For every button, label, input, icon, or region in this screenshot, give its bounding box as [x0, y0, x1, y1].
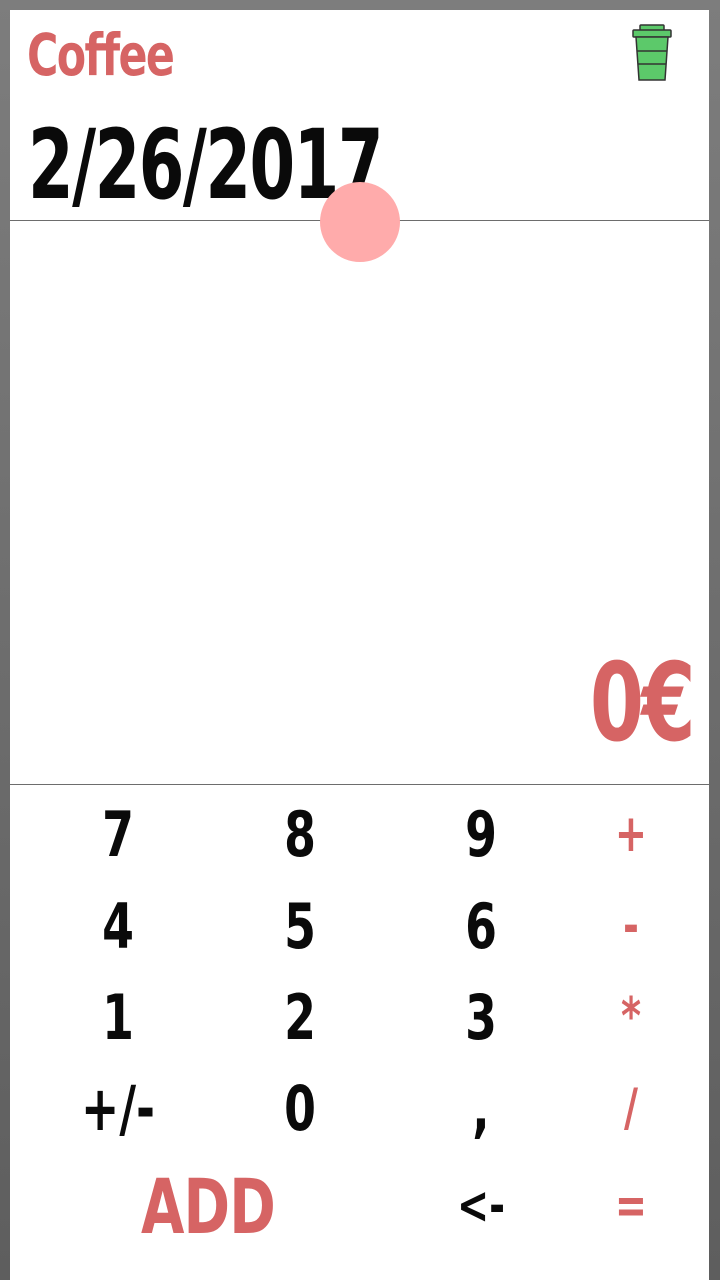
- key-minus[interactable]: -: [582, 886, 680, 966]
- key-8[interactable]: 8: [251, 794, 349, 874]
- key-1[interactable]: 1: [69, 977, 167, 1057]
- expense-screen: Coffee 2/26/2017 0€ 7 8 9 + 4 5 6 - 1 2 …: [10, 10, 709, 1280]
- key-decimal-comma[interactable]: ,: [432, 1068, 530, 1148]
- key-9[interactable]: 9: [432, 794, 530, 874]
- key-5[interactable]: 5: [251, 886, 349, 966]
- key-6[interactable]: 6: [432, 886, 530, 966]
- key-2[interactable]: 2: [251, 977, 349, 1057]
- backspace-button[interactable]: <-: [432, 1166, 530, 1246]
- floating-action-button[interactable]: [320, 182, 400, 262]
- coffee-cup-icon[interactable]: [630, 24, 674, 82]
- key-7[interactable]: 7: [69, 794, 167, 874]
- key-divide[interactable]: /: [582, 1068, 680, 1148]
- amount-value: 0€: [589, 641, 696, 766]
- key-4[interactable]: 4: [69, 886, 167, 966]
- amount-display-area: 0€: [10, 222, 709, 785]
- add-button[interactable]: ADD: [118, 1162, 298, 1251]
- keypad: 7 8 9 + 4 5 6 - 1 2 3 * +/- 0 , / ADD <-…: [10, 786, 709, 1280]
- equals-button[interactable]: =: [582, 1166, 680, 1246]
- key-0[interactable]: 0: [251, 1068, 349, 1148]
- key-negate[interactable]: +/-: [69, 1068, 167, 1148]
- category-title[interactable]: Coffee: [27, 20, 175, 90]
- key-plus[interactable]: +: [582, 794, 680, 874]
- key-multiply[interactable]: *: [582, 977, 680, 1057]
- key-3[interactable]: 3: [432, 977, 530, 1057]
